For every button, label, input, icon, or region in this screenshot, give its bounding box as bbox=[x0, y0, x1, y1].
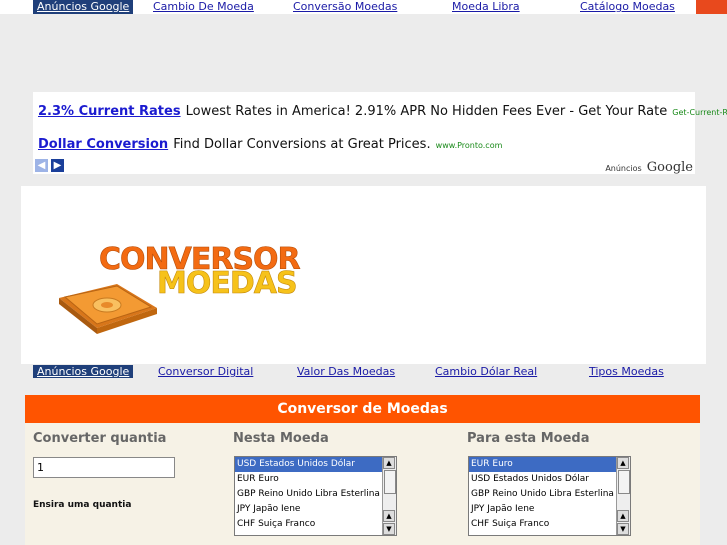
from-option[interactable]: EUR Euro bbox=[235, 472, 396, 487]
scroll-down-icon[interactable]: ▼ bbox=[617, 523, 629, 535]
from-option[interactable]: USD Estados Unidos Dólar bbox=[235, 457, 396, 472]
chevron-left-icon[interactable]: ◀ bbox=[35, 159, 48, 172]
from-option[interactable]: GBP Reino Unido Libra Esterlina bbox=[235, 487, 396, 502]
ad-1: 2.3% Current Rates Lowest Rates in Ameri… bbox=[38, 100, 727, 119]
ad-2-title[interactable]: Dollar Conversion bbox=[38, 137, 168, 152]
ads-google-label-secondary[interactable]: Anúncios Google bbox=[33, 365, 134, 378]
chevron-right-icon[interactable]: ▶ bbox=[51, 159, 64, 172]
amount-input[interactable] bbox=[33, 457, 175, 478]
converter-title: Conversor de Moedas bbox=[25, 395, 700, 423]
to-option[interactable]: CHF Suiça Franco bbox=[469, 517, 630, 532]
top-accent-strip bbox=[696, 0, 727, 14]
ad-1-text: Lowest Rates in America! 2.91% APR No Hi… bbox=[185, 104, 668, 119]
ad-1-title[interactable]: 2.3% Current Rates bbox=[38, 104, 181, 119]
from-scrollbar[interactable]: ▲ ▲ ▼ bbox=[382, 457, 396, 535]
to-option[interactable]: USD Estados Unidos Dólar bbox=[469, 472, 630, 487]
link-cambio-dolar-real[interactable]: Cambio Dólar Real bbox=[435, 365, 537, 378]
scroll-up-icon[interactable]: ▲ bbox=[617, 510, 629, 522]
google-logo: Google bbox=[646, 160, 693, 175]
ad-unit: 2.3% Current Rates Lowest Rates in Ameri… bbox=[33, 92, 727, 175]
ads-attribution-prefix: Anúncios bbox=[605, 164, 642, 173]
logo-text-moedas: MOEDAS bbox=[157, 266, 298, 302]
to-scrollbar[interactable]: ▲ ▲ ▼ bbox=[616, 457, 630, 535]
ad-2-url[interactable]: www.Pronto.com bbox=[436, 141, 503, 150]
to-option[interactable]: EUR Euro bbox=[469, 457, 630, 472]
ad-1-url[interactable]: Get-Current-Rates.... bbox=[672, 108, 727, 117]
to-currency-label: Para esta Moeda bbox=[467, 431, 590, 446]
link-conversor-digital[interactable]: Conversor Digital bbox=[158, 365, 253, 378]
site-logo[interactable]: CONVERSOR MOEDAS bbox=[57, 242, 301, 346]
ads-google-label[interactable]: Anúncios Google bbox=[33, 0, 134, 14]
logo-panel: CONVERSOR MOEDAS bbox=[21, 186, 706, 364]
to-currency-select[interactable]: EUR Euro USD Estados Unidos Dólar GBP Re… bbox=[468, 456, 631, 536]
link-valor-das-moedas[interactable]: Valor Das Moedas bbox=[297, 365, 395, 378]
top-link-cambio-de-moeda[interactable]: Cambio De Moeda bbox=[153, 0, 254, 14]
ad-2: Dollar Conversion Find Dollar Conversion… bbox=[38, 133, 502, 152]
to-option[interactable]: GBP Reino Unido Libra Esterlina bbox=[469, 487, 630, 502]
scroll-up-icon[interactable]: ▲ bbox=[383, 510, 395, 522]
top-link-conversao-moedas[interactable]: Conversão Moedas bbox=[293, 0, 397, 14]
to-scroll-thumb[interactable] bbox=[618, 470, 630, 494]
link-tipos-moedas[interactable]: Tipos Moedas bbox=[589, 365, 664, 378]
top-link-catalogo-moedas[interactable]: Catálogo Moedas bbox=[580, 0, 675, 14]
amount-label: Converter quantia bbox=[33, 431, 167, 446]
from-currency-select[interactable]: USD Estados Unidos Dólar EUR Euro GBP Re… bbox=[234, 456, 397, 536]
ads-attribution[interactable]: Anúncios Google bbox=[605, 156, 693, 175]
from-scroll-thumb[interactable] bbox=[384, 470, 396, 494]
amount-hint: Ensira uma quantia bbox=[33, 500, 132, 510]
top-link-moeda-libra[interactable]: Moeda Libra bbox=[452, 0, 520, 14]
scroll-down-icon[interactable]: ▼ bbox=[383, 523, 395, 535]
scroll-up-icon[interactable]: ▲ bbox=[383, 457, 395, 469]
from-option[interactable]: CHF Suiça Franco bbox=[235, 517, 396, 532]
from-currency-label: Nesta Moeda bbox=[233, 431, 329, 446]
scroll-up-icon[interactable]: ▲ bbox=[617, 457, 629, 469]
from-option[interactable]: JPY Japão Iene bbox=[235, 502, 396, 517]
ad-2-text: Find Dollar Conversions at Great Prices. bbox=[173, 137, 431, 152]
to-option[interactable]: JPY Japão Iene bbox=[469, 502, 630, 517]
